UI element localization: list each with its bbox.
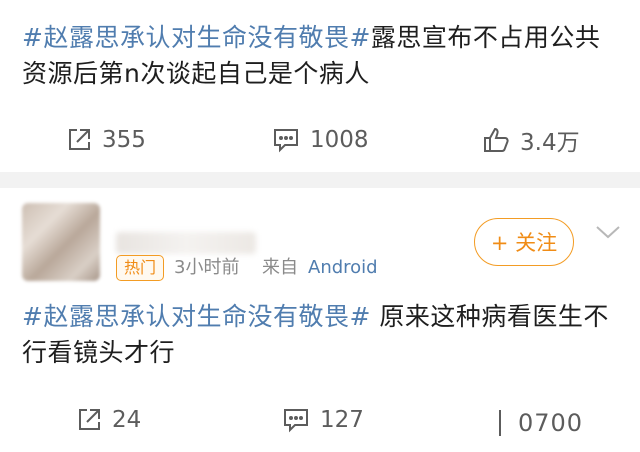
thumbs-up-icon xyxy=(484,127,509,152)
hot-badge: 热门 xyxy=(116,255,165,281)
post-2-repost-count: 24 xyxy=(112,407,142,433)
post-1-text: #赵露思承认对生命没有敬畏#露思宣布不占用公共资源后第n次谈起自己是个病人 xyxy=(22,20,622,92)
post-1-repost-button[interactable]: 355 xyxy=(66,120,146,160)
post-1-like-count: 3.4万 xyxy=(520,130,580,156)
source-prefix: 来自 xyxy=(262,257,298,278)
post-2-comment-count: 127 xyxy=(320,407,364,433)
post-1-comment-count: 1008 xyxy=(310,127,369,153)
thumbs-up-icon xyxy=(499,410,501,436)
feed-separator xyxy=(0,172,640,188)
post-2-action-bar: 24 127 0700 xyxy=(0,400,640,440)
comment-icon xyxy=(274,129,298,153)
avatar[interactable] xyxy=(22,203,100,281)
post-2-comment-button[interactable]: 127 xyxy=(282,400,364,440)
post-1-action-bar: 355 1008 3.4万 xyxy=(0,120,640,160)
post-2-text: #赵露思承认对生命没有敬畏# 原来这种病看医生不行看镜头才行 xyxy=(22,299,622,371)
repost-icon xyxy=(79,409,100,430)
post-1-like-button[interactable]: 3.4万 xyxy=(482,120,580,160)
post-1-repost-count: 355 xyxy=(102,127,146,153)
follow-button[interactable]: + 关注 xyxy=(474,218,574,266)
post-time: 3小时前 xyxy=(174,257,240,278)
post-1-topic-link[interactable]: #赵露思承认对生命没有敬畏# xyxy=(22,23,371,52)
comment-icon xyxy=(284,409,308,433)
chevron-down-icon[interactable] xyxy=(594,222,622,242)
source-app[interactable]: Android xyxy=(308,255,378,281)
post-2-topic-link[interactable]: #赵露思承认对生命没有敬畏# xyxy=(22,302,371,331)
username-blurred[interactable] xyxy=(116,232,256,254)
post-2-repost-button[interactable]: 24 xyxy=(76,400,141,440)
post-2-like-count: 0700 xyxy=(518,409,584,437)
repost-icon xyxy=(69,129,90,150)
post-2-like-button[interactable]: 0700 xyxy=(494,408,583,438)
post-1-comment-button[interactable]: 1008 xyxy=(272,120,369,160)
